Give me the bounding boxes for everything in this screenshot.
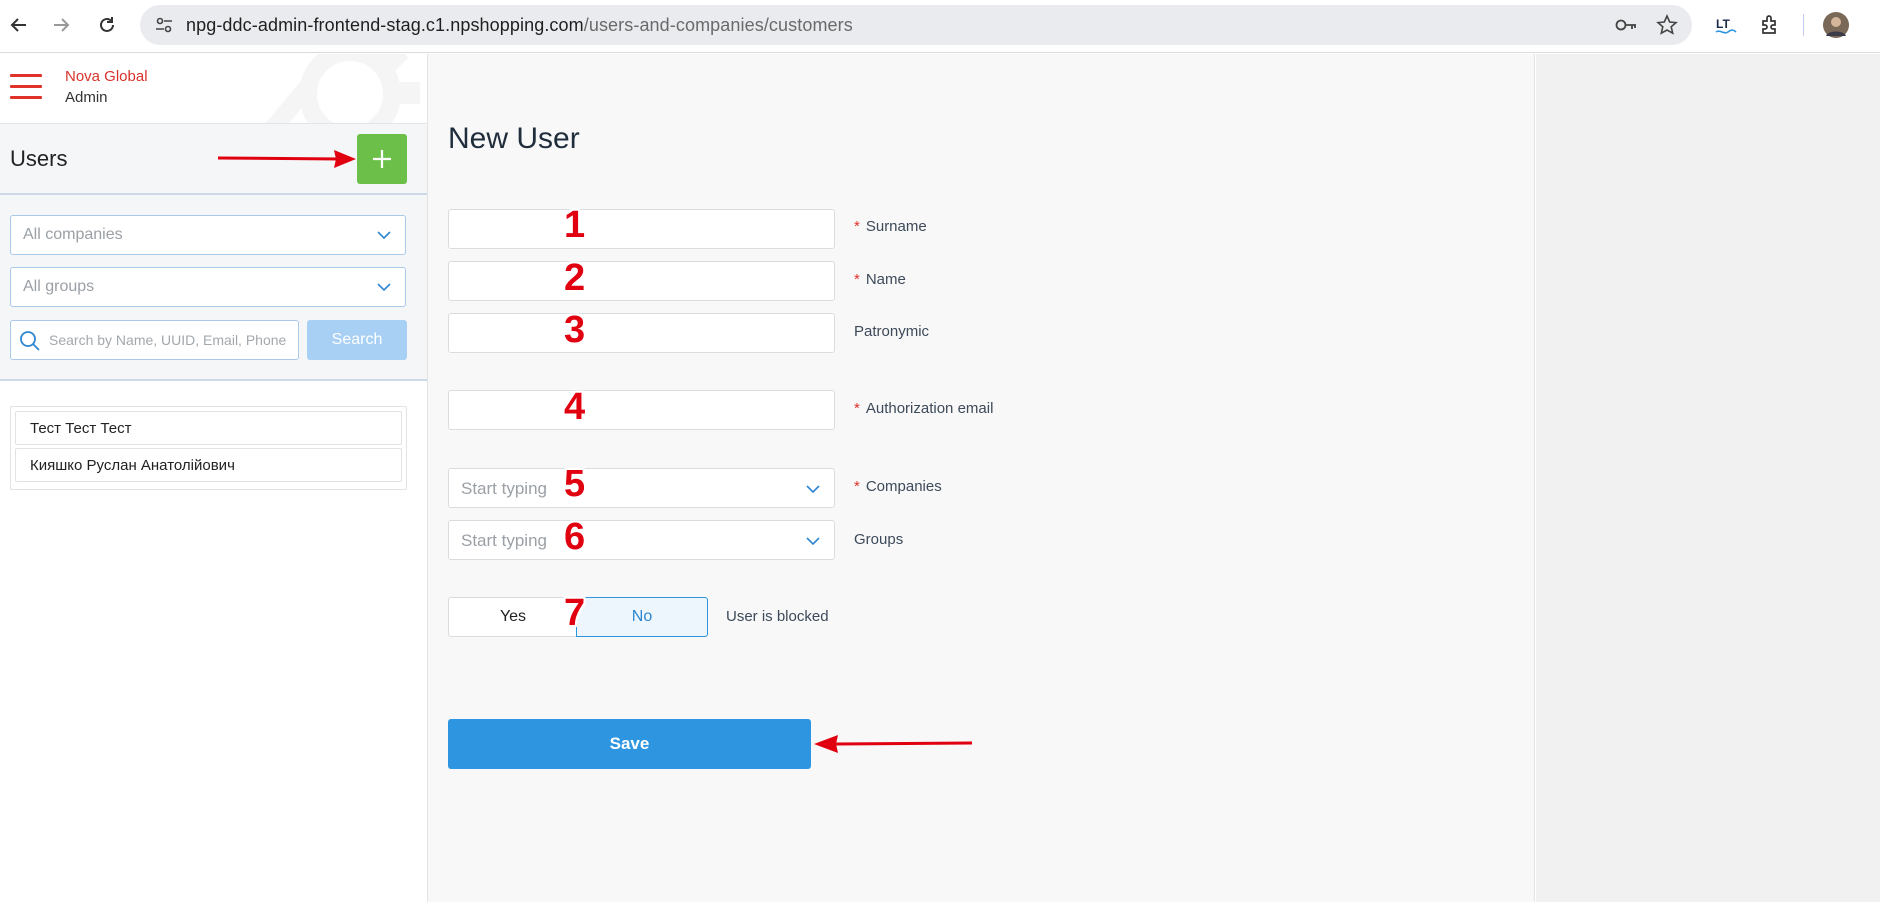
companies-select[interactable]: Start typing [448, 468, 835, 508]
search-button[interactable]: Search [307, 320, 407, 360]
chevron-down-icon [806, 485, 820, 494]
patronymic-label: Patronymic [854, 323, 930, 340]
groups-placeholder: Start typing [461, 531, 547, 550]
url-text: npg-ddc-admin-frontend-stag.c1.npshoppin… [186, 14, 853, 35]
menu-icon[interactable] [10, 74, 42, 100]
reload-icon[interactable] [94, 12, 120, 38]
blocked-label: User is blocked [726, 608, 829, 625]
forward-icon[interactable] [48, 12, 74, 38]
email-input[interactable] [449, 391, 834, 429]
annotation-number: 6 [564, 516, 586, 558]
list-item[interactable]: Тест Тест Тест [15, 411, 402, 445]
users-header: Users [0, 124, 427, 195]
plus-icon [373, 150, 391, 168]
email-field[interactable] [448, 390, 835, 430]
brand-bar: Nova Global Admin [0, 54, 427, 124]
chevron-down-icon [377, 231, 391, 240]
chevron-down-icon [377, 283, 391, 292]
toolbar-divider [1803, 14, 1804, 36]
group-filter-select[interactable]: All groups [10, 267, 406, 307]
list-item[interactable]: Кияшко Руслан Анатолійович [15, 448, 402, 482]
company-filter-select[interactable]: All companies [10, 215, 406, 255]
search-field[interactable] [10, 320, 299, 360]
groups-label: Groups [854, 531, 904, 548]
groups-select[interactable]: Start typing [448, 520, 835, 560]
blocked-yes-button[interactable]: Yes [448, 597, 578, 637]
companies-placeholder: Start typing [461, 479, 547, 498]
brand-subtitle: Admin [65, 89, 108, 106]
name-label: * Name [854, 271, 906, 288]
companies-label: * Companies [854, 478, 942, 495]
languagetool-icon[interactable]: LT [1713, 12, 1739, 38]
name-field[interactable] [448, 261, 835, 301]
annotation-number: 2 [564, 257, 586, 299]
gear-watermark-icon [265, 54, 420, 123]
back-icon[interactable] [6, 12, 32, 38]
search-input[interactable] [49, 329, 295, 351]
company-filter-value: All companies [23, 226, 123, 243]
page-title: New User [448, 122, 580, 155]
group-filter-value: All groups [23, 278, 95, 295]
add-user-button[interactable] [357, 134, 407, 184]
surname-label: * Surname [854, 218, 927, 235]
right-pane [1536, 54, 1880, 902]
annotation-number: 3 [564, 309, 586, 351]
brand-name: Nova Global [65, 68, 148, 85]
main-content: New User * Surname * Name Patronymic * Auth… [428, 54, 1535, 902]
surname-input[interactable] [449, 210, 834, 248]
annotation-number: 7 [564, 592, 586, 634]
save-button[interactable]: Save [448, 719, 811, 769]
annotation-number: 1 [564, 204, 586, 246]
filters-panel: All companies All groups Search [0, 195, 427, 381]
sidebar: Nova Global Admin Users All companies Al… [0, 54, 428, 902]
email-label: * Authorization email [854, 400, 994, 417]
user-list: Тест Тест Тест Кияшко Руслан Анатолійови… [10, 406, 407, 490]
surname-field[interactable] [448, 209, 835, 249]
annotation-number: 5 [564, 463, 586, 505]
annotation-number: 4 [564, 386, 586, 428]
users-title: Users [10, 146, 68, 171]
search-icon [20, 331, 40, 351]
name-input[interactable] [449, 262, 834, 300]
extensions-icon[interactable] [1757, 12, 1783, 38]
address-bar[interactable]: npg-ddc-admin-frontend-stag.c1.npshoppin… [140, 5, 1692, 45]
patronymic-input[interactable] [449, 314, 834, 352]
svg-text:LT: LT [1716, 17, 1730, 31]
blocked-no-button[interactable]: No [576, 597, 708, 637]
patronymic-field[interactable] [448, 313, 835, 353]
site-settings-icon[interactable] [154, 15, 174, 40]
password-key-icon[interactable] [1614, 15, 1638, 40]
browser-toolbar: npg-ddc-admin-frontend-stag.c1.npshoppin… [0, 0, 1880, 53]
profile-avatar[interactable] [1823, 12, 1849, 38]
bookmark-star-icon[interactable] [1656, 14, 1678, 41]
chevron-down-icon [806, 537, 820, 546]
